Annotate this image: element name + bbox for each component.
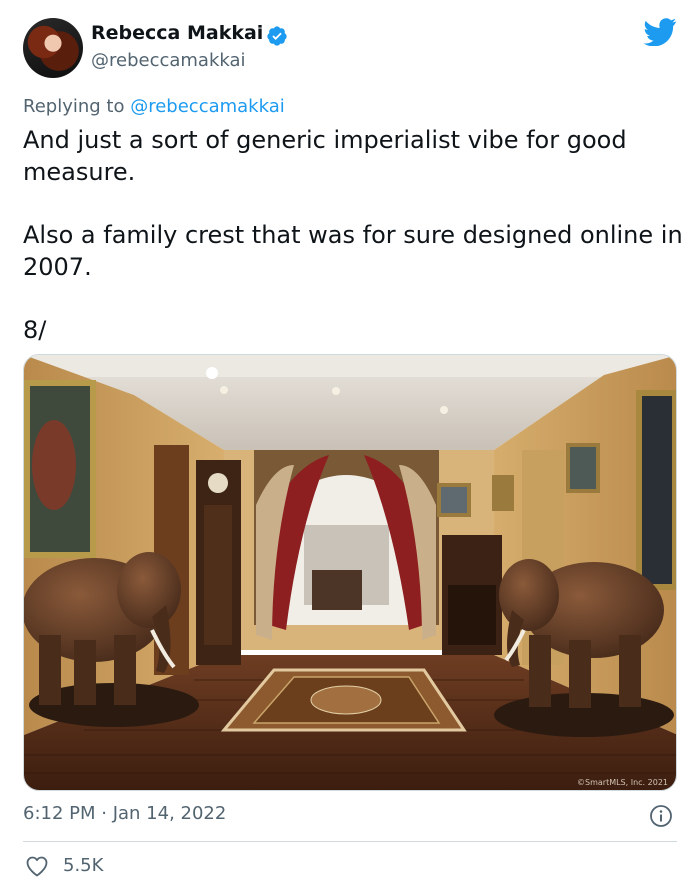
tweet-paragraph: Also a family crest that was for sure de… bbox=[23, 221, 683, 281]
tweet-photo[interactable]: ©SmartMLS, Inc. 2021 bbox=[23, 354, 677, 791]
tweet-card: Rebecca Makkai @rebeccamakkai Replying t… bbox=[0, 0, 700, 894]
reply-prefix: Replying to bbox=[23, 96, 125, 117]
tweet-text: And just a sort of generic imperialist v… bbox=[23, 124, 683, 377]
replying-to: Replying to @rebeccamakkai bbox=[23, 96, 285, 117]
photo-watermark: ©SmartMLS, Inc. 2021 bbox=[577, 778, 668, 787]
like-count[interactable]: 5.5K bbox=[63, 855, 103, 876]
author-handle[interactable]: @rebeccamakkai bbox=[91, 50, 246, 71]
author-name[interactable]: Rebecca Makkai bbox=[91, 22, 263, 44]
tweet-paragraph: And just a sort of generic imperialist v… bbox=[23, 126, 627, 186]
tweet-timestamp[interactable]: 6:12 PM · Jan 14, 2022 bbox=[23, 803, 226, 824]
hallway-elephants-image bbox=[24, 355, 676, 790]
verified-icon bbox=[267, 26, 287, 46]
heart-icon[interactable] bbox=[25, 855, 49, 877]
divider bbox=[23, 841, 677, 842]
info-icon[interactable] bbox=[649, 804, 673, 828]
tweet-paragraph: 8/ bbox=[23, 316, 47, 344]
avatar[interactable] bbox=[23, 18, 83, 78]
twitter-bird-icon[interactable] bbox=[643, 18, 677, 46]
reply-mention-link[interactable]: @rebeccamakkai bbox=[130, 96, 285, 117]
